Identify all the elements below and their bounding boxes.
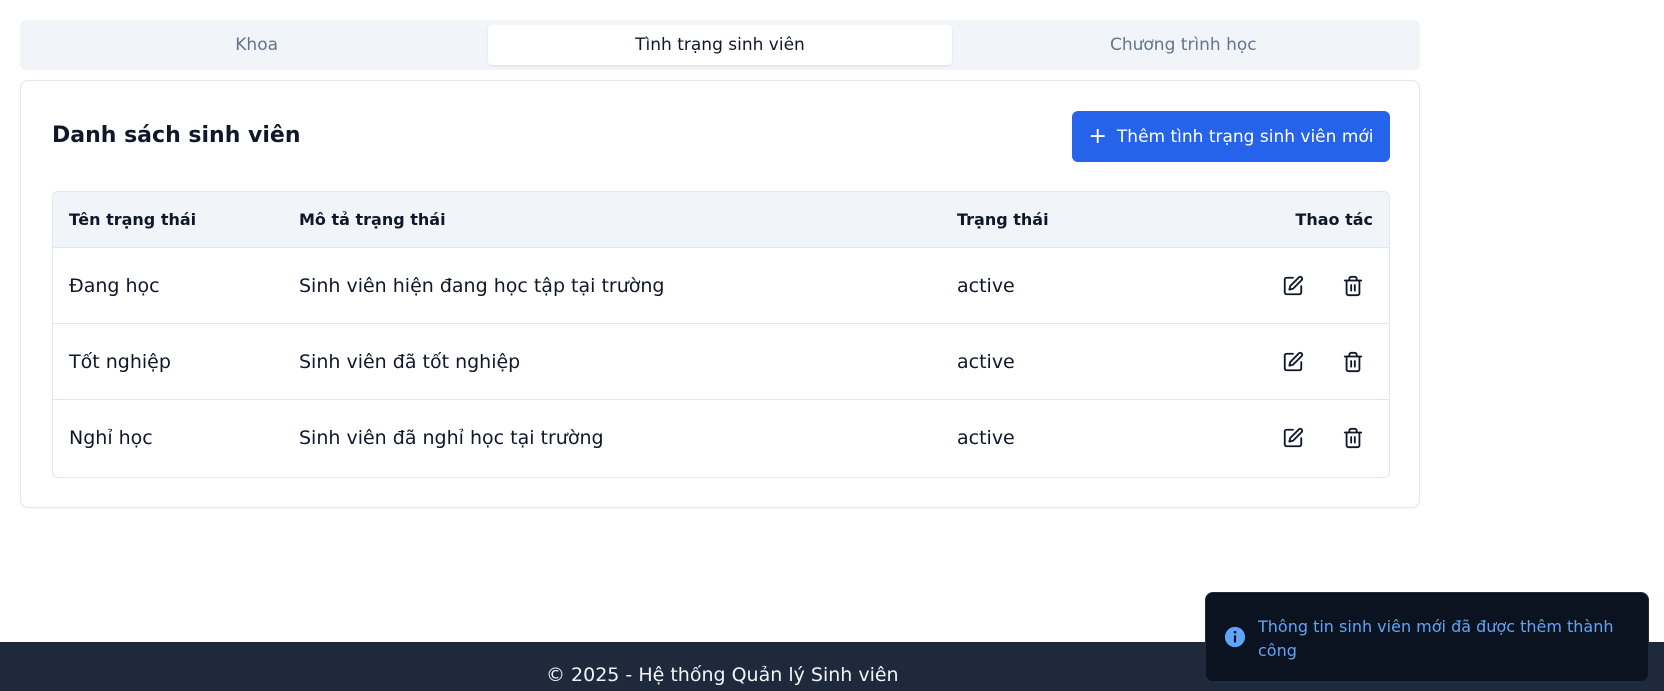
trash-icon[interactable]	[1341, 350, 1365, 374]
edit-icon[interactable]	[1281, 274, 1305, 298]
plus-icon: +	[1088, 123, 1107, 149]
status-list-card: Danh sách sinh viên + Thêm tình trạng si…	[20, 80, 1420, 508]
tab-bar: Khoa Tình trạng sinh viên Chương trình h…	[20, 20, 1420, 70]
toast-message: Thông tin sinh viên mới đã được thêm thà…	[1258, 617, 1614, 660]
status-table: Tên trạng thái Mô tả trạng thái Trạng th…	[52, 191, 1390, 478]
success-toast[interactable]: Thông tin sinh viên mới đã được thêm thà…	[1205, 592, 1649, 682]
add-status-button[interactable]: + Thêm tình trạng sinh viên mới	[1072, 111, 1390, 162]
header-actions-label: Thao tác	[1295, 210, 1373, 229]
cell-status-description: Sinh viên đã nghỉ học tại trường	[299, 427, 604, 449]
footer-copyright: © 2025 - Hệ thống Quản lý Sinh viên	[546, 664, 899, 686]
cell-status-description: Sinh viên đã tốt nghiệp	[299, 350, 521, 373]
trash-icon[interactable]	[1341, 426, 1365, 450]
cell-actions	[1257, 274, 1389, 298]
edit-icon[interactable]	[1281, 426, 1305, 450]
cell-actions	[1257, 426, 1389, 450]
header-actions: Thao tác	[1257, 210, 1389, 229]
trash-icon[interactable]	[1341, 274, 1365, 298]
cell-status: active	[957, 274, 1015, 297]
tab-khoa[interactable]: Khoa	[25, 25, 488, 65]
edit-icon[interactable]	[1281, 350, 1305, 374]
info-icon	[1224, 626, 1246, 648]
tab-tinh-trang-sinh-vien[interactable]: Tình trạng sinh viên	[488, 25, 952, 65]
add-status-button-label: Thêm tình trạng sinh viên mới	[1116, 126, 1374, 147]
cell-status-name: Tốt nghiệp	[69, 350, 171, 373]
cell-status: active	[957, 427, 1015, 449]
cell-status-name: Đang học	[69, 274, 160, 297]
cell-actions	[1257, 350, 1389, 374]
cell-status: active	[957, 350, 1015, 373]
cell-status-name: Nghỉ học	[69, 427, 153, 449]
header-status-description: Mô tả trạng thái	[299, 210, 446, 229]
cell-status-description: Sinh viên hiện đang học tập tại trường	[299, 274, 665, 297]
table-row: Tốt nghiệp Sinh viên đã tốt nghiệp activ…	[53, 324, 1389, 400]
table-row: Đang học Sinh viên hiện đang học tập tại…	[53, 248, 1389, 324]
card-title: Danh sách sinh viên	[52, 123, 301, 148]
table-header: Tên trạng thái Mô tả trạng thái Trạng th…	[53, 192, 1389, 248]
table-row: Nghỉ học Sinh viên đã nghỉ học tại trườn…	[53, 400, 1389, 476]
tab-chuong-trinh-hoc[interactable]: Chương trình học	[952, 25, 1415, 65]
header-status: Trạng thái	[957, 210, 1049, 229]
header-status-name: Tên trạng thái	[69, 210, 197, 229]
page: Khoa Tình trạng sinh viên Chương trình h…	[0, 0, 1664, 691]
